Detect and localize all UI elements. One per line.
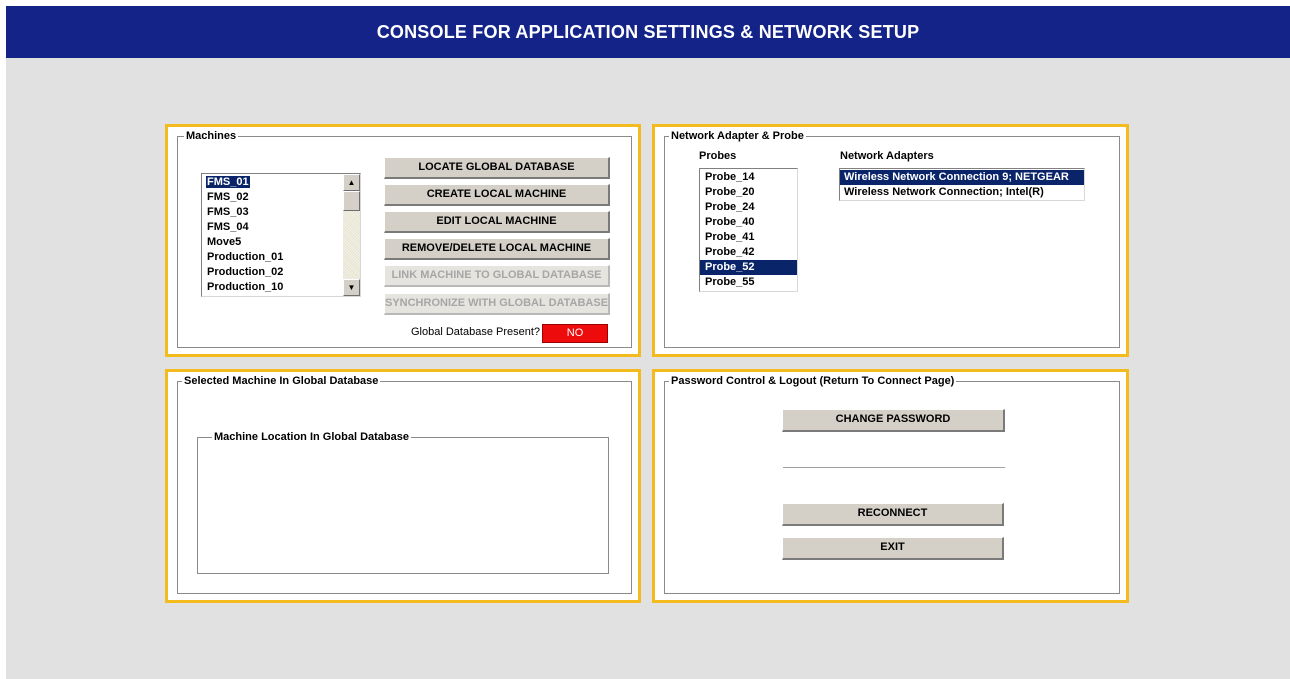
probe-item-label: Probe_41	[705, 231, 755, 243]
probes-label: Probes	[699, 150, 737, 162]
global-db-status-indicator: NO	[542, 324, 608, 343]
machine-item-label: Production_02	[207, 266, 284, 278]
edit-local-machine-button[interactable]: EDIT LOCAL MACHINE	[384, 211, 610, 233]
scroll-thumb[interactable]	[343, 191, 360, 211]
global-db-present-label: Global Database Present?	[411, 326, 541, 338]
machine-list-item[interactable]: FMS_01	[202, 175, 360, 190]
machine-item-label: FMS_03	[207, 206, 249, 218]
synchronize-button[interactable]: SYNCHRONIZE WITH GLOBAL DATABASE	[384, 293, 610, 315]
change-password-button[interactable]: CHANGE PASSWORD	[782, 409, 1005, 432]
selected-machine-group: Selected Machine In Global Database Mach…	[177, 374, 632, 594]
machine-list-item[interactable]: FMS_02	[202, 190, 360, 205]
network-adapters-label: Network Adapters	[840, 150, 934, 162]
probe-item-label: Probe_52	[705, 261, 755, 273]
machine-item-label: FMS_02	[207, 191, 249, 203]
machines-group: Machines FMS_01 FMS_02 FMS_03 FMS_04 Mov…	[177, 129, 632, 348]
machine-list-item[interactable]: Move5	[202, 235, 360, 250]
probe-list-item[interactable]: Probe_41	[700, 230, 797, 245]
probe-list-item[interactable]: Probe_14	[700, 170, 797, 185]
adapter-list-item[interactable]: Wireless Network Connection 9; NETGEAR	[840, 170, 1084, 185]
adapter-item-label: Wireless Network Connection; Intel(R)	[844, 186, 1044, 198]
machine-item-label: Production_10	[207, 281, 284, 293]
machine-list-item[interactable]: Production_10	[202, 280, 360, 295]
adapter-list-item[interactable]: Wireless Network Connection; Intel(R)	[840, 185, 1084, 200]
machines-panel: Machines FMS_01 FMS_02 FMS_03 FMS_04 Mov…	[165, 124, 641, 357]
selected-machine-panel: Selected Machine In Global Database Mach…	[165, 369, 641, 603]
machine-location-group: Machine Location In Global Database	[197, 430, 609, 574]
probe-item-label: Probe_20	[705, 186, 755, 198]
reconnect-button[interactable]: RECONNECT	[782, 503, 1004, 526]
machine-list-item[interactable]: Production_01	[202, 250, 360, 265]
probe-list-item[interactable]: Probe_40	[700, 215, 797, 230]
link-machine-button[interactable]: LINK MACHINE TO GLOBAL DATABASE	[384, 265, 610, 287]
password-panel: Password Control & Logout (Return To Con…	[652, 369, 1129, 603]
remove-local-machine-button[interactable]: REMOVE/DELETE LOCAL MACHINE	[384, 238, 610, 260]
machine-list-item[interactable]: FMS_03	[202, 205, 360, 220]
probe-list-item[interactable]: Probe_24	[700, 200, 797, 215]
adapters-list-items: Wireless Network Connection 9; NETGEAR W…	[840, 169, 1084, 200]
scroll-up-arrow-icon[interactable]: ▲	[343, 174, 360, 191]
exit-button[interactable]: EXIT	[782, 537, 1004, 560]
machine-item-label: Move5	[207, 236, 242, 248]
probes-list-items: Probe_14 Probe_20 Probe_24 Probe_40 Prob…	[700, 169, 797, 290]
password-group-label: Password Control & Logout (Return To Con…	[669, 374, 957, 388]
machines-list[interactable]: FMS_01 FMS_02 FMS_03 FMS_04 Move5 Produc…	[201, 173, 361, 297]
machines-group-label: Machines	[184, 129, 239, 143]
probe-list-item[interactable]: Probe_55	[700, 275, 797, 290]
machine-item-label: Production_01	[207, 251, 284, 263]
scroll-down-arrow-icon[interactable]: ▼	[343, 279, 360, 296]
adapter-item-label: Wireless Network Connection 9; NETGEAR	[844, 171, 1069, 183]
window-title: CONSOLE FOR APPLICATION SETTINGS & NETWO…	[376, 22, 920, 42]
machines-list-scrollbar[interactable]: ▲ ▼	[343, 174, 360, 296]
probe-list-item[interactable]: Probe_42	[700, 245, 797, 260]
network-panel: Network Adapter & Probe Probes Probe_14 …	[652, 124, 1129, 357]
machine-list-item[interactable]: Production_02	[202, 265, 360, 280]
locate-global-database-button[interactable]: LOCATE GLOBAL DATABASE	[384, 157, 610, 179]
divider	[783, 467, 1005, 468]
app-window: CONSOLE FOR APPLICATION SETTINGS & NETWO…	[6, 6, 1290, 679]
probe-item-label: Probe_24	[705, 201, 755, 213]
password-group: Password Control & Logout (Return To Con…	[664, 374, 1120, 594]
probe-item-label: Probe_42	[705, 246, 755, 258]
probe-item-label: Probe_40	[705, 216, 755, 228]
probe-list-item[interactable]: Probe_20	[700, 185, 797, 200]
probe-item-label: Probe_14	[705, 171, 755, 183]
machine-item-label: FMS_04	[207, 221, 249, 233]
machines-list-items: FMS_01 FMS_02 FMS_03 FMS_04 Move5 Produc…	[202, 174, 360, 295]
network-adapters-list[interactable]: Wireless Network Connection 9; NETGEAR W…	[839, 168, 1085, 201]
network-group-label: Network Adapter & Probe	[669, 129, 806, 143]
probes-list[interactable]: Probe_14 Probe_20 Probe_24 Probe_40 Prob…	[699, 168, 798, 292]
title-bar: CONSOLE FOR APPLICATION SETTINGS & NETWO…	[6, 6, 1290, 58]
selected-machine-group-label: Selected Machine In Global Database	[182, 374, 381, 388]
network-group: Network Adapter & Probe Probes Probe_14 …	[664, 129, 1120, 348]
probe-item-label: Probe_55	[705, 276, 755, 288]
create-local-machine-button[interactable]: CREATE LOCAL MACHINE	[384, 184, 610, 206]
probe-list-item[interactable]: Probe_52	[700, 260, 797, 275]
machine-item-label: FMS_01	[206, 176, 250, 188]
machine-location-label: Machine Location In Global Database	[212, 430, 411, 444]
machine-list-item[interactable]: FMS_04	[202, 220, 360, 235]
